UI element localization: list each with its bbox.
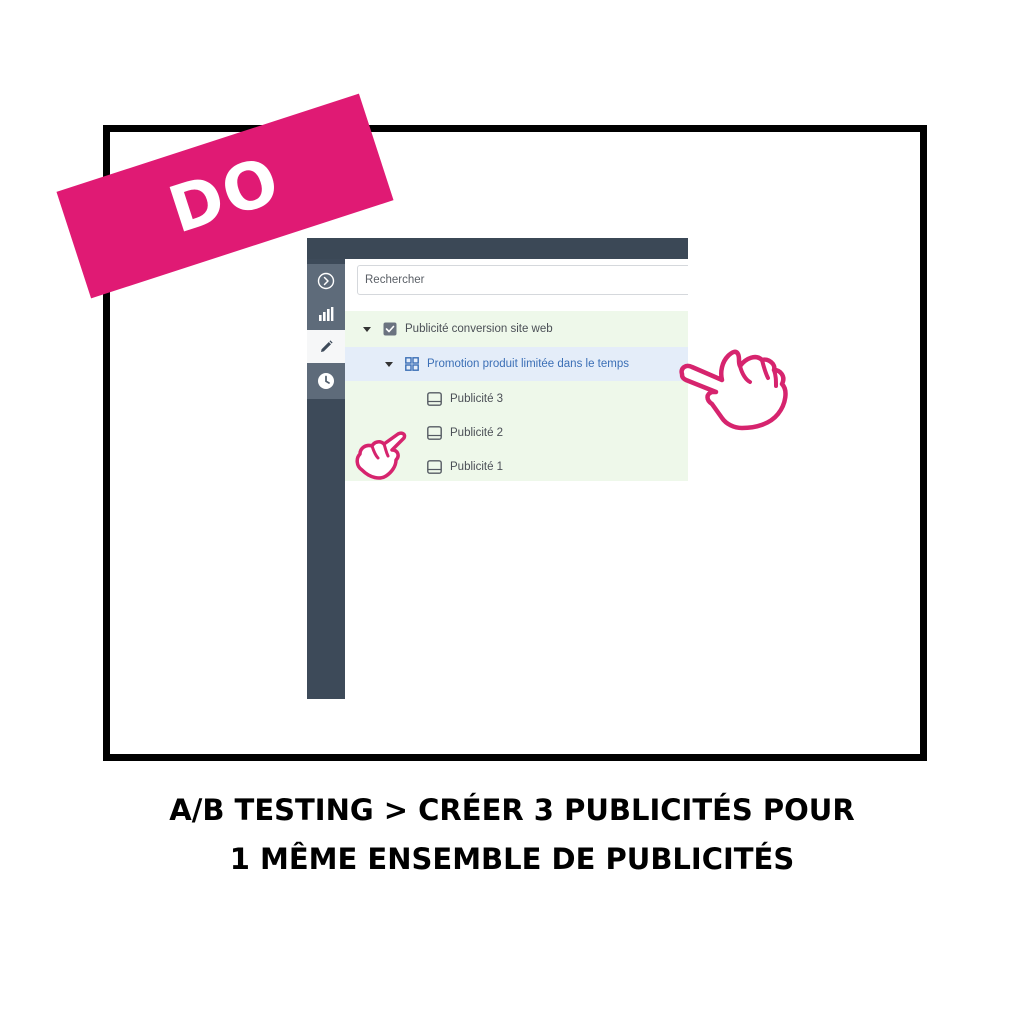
tree-row-campaign[interactable]: Publicité conversion site web	[345, 313, 688, 345]
top-bar	[307, 238, 688, 259]
do-badge-text: DO	[160, 143, 290, 249]
ad-icon	[427, 460, 442, 474]
ad-icon	[427, 426, 442, 440]
search-input[interactable]	[357, 265, 688, 295]
chevron-right-circle-icon	[317, 272, 335, 289]
ad-label: Publicité 1	[450, 461, 504, 473]
sidebar-item-reports[interactable]	[307, 297, 345, 330]
ad-label: Publicité 3	[450, 393, 504, 405]
sidebar	[307, 259, 345, 699]
pointing-hand-icon	[679, 349, 788, 431]
sidebar-item-edit[interactable]	[307, 330, 345, 363]
sidebar-item-history[interactable]	[307, 363, 345, 399]
tree-row-adset[interactable]: Promotion produit limitée dans le temps	[345, 347, 688, 381]
adset-label: Promotion produit limitée dans le temps	[427, 358, 629, 370]
adset-grid-icon	[405, 357, 419, 371]
caption-line-1: A/B TESTING > CRÉER 3 PUBLICITÉS POUR	[169, 793, 855, 827]
campaign-checkbox-icon	[383, 322, 397, 336]
bar-chart-icon	[319, 306, 334, 321]
caption-line-2: 1 MÊME ENSEMBLE DE PUBLICITÉS	[229, 842, 795, 876]
pointing-hand-icon	[355, 431, 407, 480]
campaign-label: Publicité conversion site web	[405, 323, 553, 335]
ad-label: Publicité 2	[450, 427, 504, 439]
sidebar-item-expand[interactable]	[307, 264, 345, 297]
caret-down-icon[interactable]	[363, 326, 371, 332]
clock-icon	[318, 373, 334, 389]
ad-icon	[427, 392, 442, 406]
tree-row-ad[interactable]: Publicité 3	[345, 382, 688, 416]
pencil-icon	[321, 339, 333, 352]
caret-down-icon[interactable]	[385, 361, 393, 367]
